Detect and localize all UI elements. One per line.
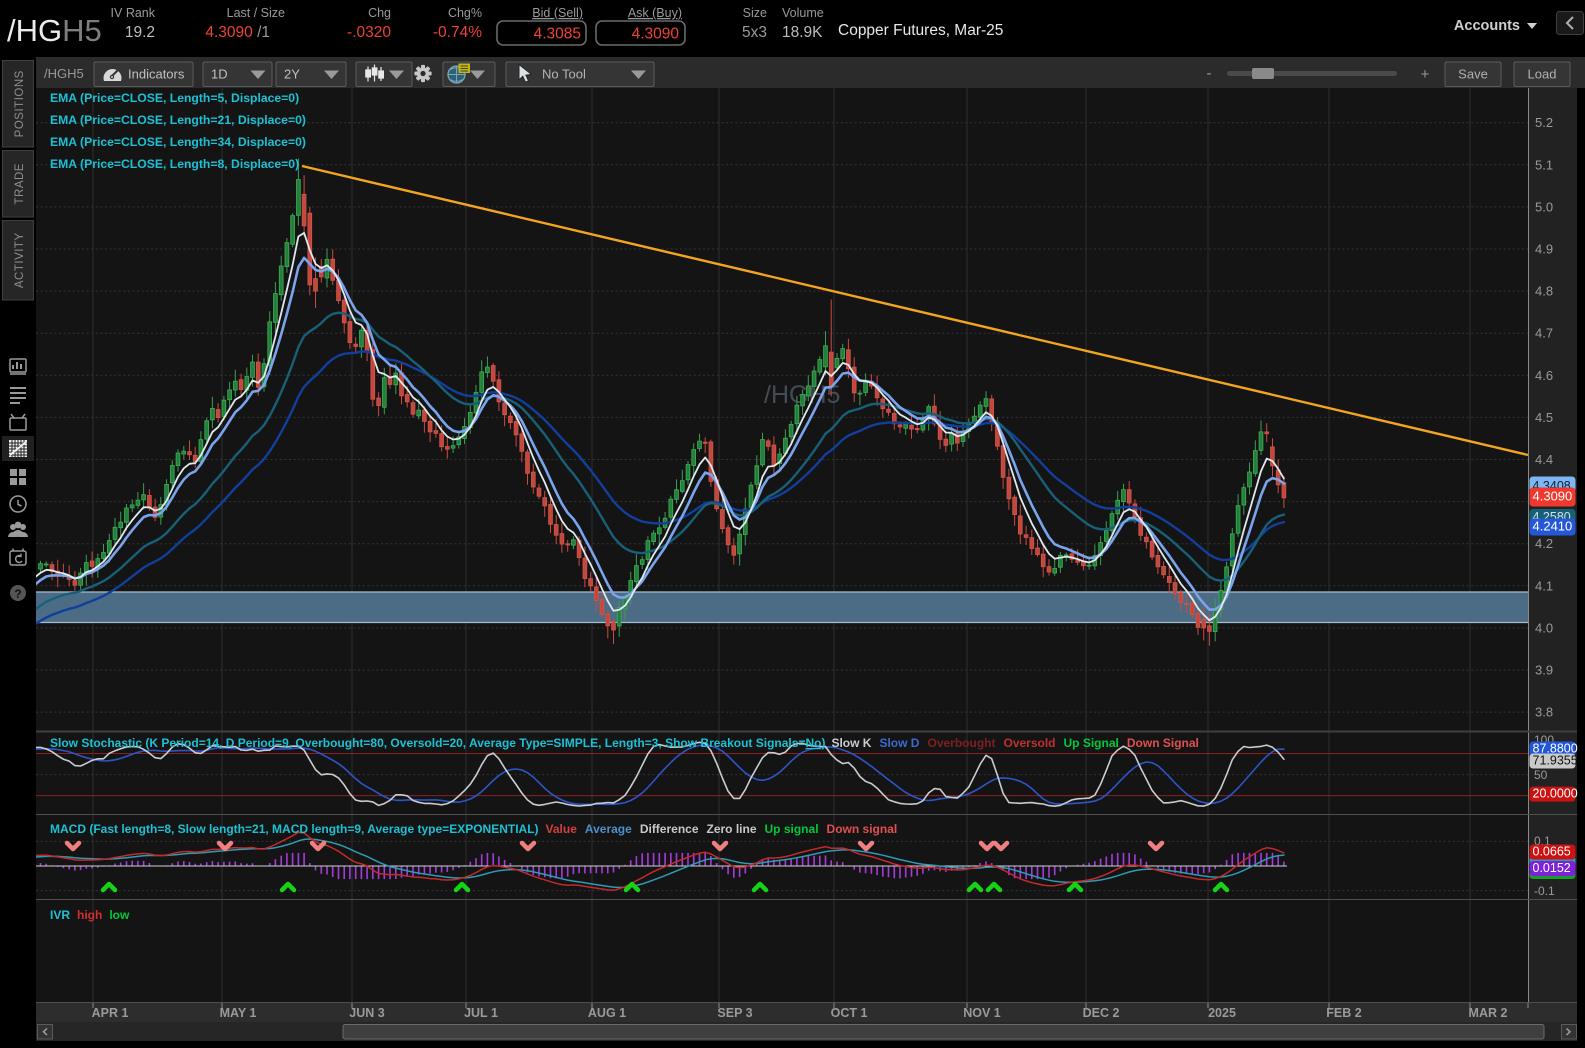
svg-text:OCT 1: OCT 1 — [831, 1006, 868, 1020]
svg-text:POSITIONS: POSITIONS — [14, 70, 26, 137]
svg-text:NOV 1: NOV 1 — [963, 1006, 1001, 1020]
svg-text:4.6: 4.6 — [1535, 368, 1553, 383]
svg-text:4.3085: 4.3085 — [534, 26, 581, 43]
svg-text:-: - — [1207, 65, 1212, 82]
svg-text:0.0665: 0.0665 — [1533, 845, 1571, 859]
svg-text:MAY 1: MAY 1 — [220, 1006, 257, 1020]
svg-text:19.2: 19.2 — [125, 24, 155, 41]
svg-text:4.1: 4.1 — [1535, 578, 1553, 593]
svg-text:EMA (Price=CLOSE, Length=21, D: EMA (Price=CLOSE, Length=21, Displace=0) — [50, 113, 306, 127]
svg-text:Load: Load — [1528, 67, 1557, 82]
svg-text:4.5: 4.5 — [1535, 410, 1553, 425]
svg-text:EMA (Price=CLOSE, Length=5, Di: EMA (Price=CLOSE, Length=5, Displace=0) — [50, 91, 299, 105]
svg-text:Save: Save — [1458, 67, 1488, 82]
svg-text:DEC 2: DEC 2 — [1083, 1006, 1120, 1020]
svg-text:Copper Futures, Mar-25: Copper Futures, Mar-25 — [838, 22, 1003, 39]
svg-text:4.7: 4.7 — [1535, 326, 1553, 341]
svg-text:IV Rank: IV Rank — [111, 6, 156, 20]
svg-text:JUL 1: JUL 1 — [464, 1006, 498, 1020]
svg-text:-0.74%: -0.74% — [433, 24, 482, 41]
svg-text:Bid (Sell): Bid (Sell) — [532, 6, 583, 20]
svg-text:-0.1: -0.1 — [1534, 884, 1555, 898]
svg-text:Ask (Buy): Ask (Buy) — [628, 6, 682, 20]
svg-text:?: ? — [14, 587, 21, 601]
svg-text:Slow Stochastic (K Period=14,: Slow Stochastic (K Period=14, D Period=9… — [50, 736, 1199, 750]
svg-text:SEP 3: SEP 3 — [717, 1006, 752, 1020]
svg-text:5x3: 5x3 — [742, 24, 767, 41]
svg-text:Volume: Volume — [782, 6, 824, 20]
svg-text:5.1: 5.1 — [1535, 157, 1553, 172]
svg-text:3.9: 3.9 — [1535, 663, 1553, 678]
svg-text:1D: 1D — [211, 67, 228, 82]
svg-text:/HGH5: /HGH5 — [7, 13, 102, 48]
svg-text:4.3090 /1: 4.3090 /1 — [205, 24, 270, 41]
svg-text:4.3090: 4.3090 — [632, 26, 680, 43]
svg-text:4.9: 4.9 — [1535, 242, 1553, 257]
svg-text:4.8: 4.8 — [1535, 284, 1553, 299]
svg-text:APR 1: APR 1 — [92, 1006, 129, 1020]
svg-text:3.8: 3.8 — [1535, 705, 1553, 720]
svg-text:4.3090: 4.3090 — [1533, 489, 1573, 504]
svg-text:EMA (Price=CLOSE, Length=8, Di: EMA (Price=CLOSE, Length=8, Displace=0) — [50, 157, 299, 171]
svg-text:Indicators: Indicators — [128, 67, 185, 82]
svg-text:No Tool: No Tool — [542, 67, 586, 82]
svg-text:4.4: 4.4 — [1535, 452, 1553, 467]
svg-text:2Y: 2Y — [284, 67, 300, 82]
svg-text:Chg%: Chg% — [448, 6, 482, 20]
svg-text:+: + — [1421, 66, 1430, 83]
svg-text:-.0320: -.0320 — [347, 24, 391, 41]
svg-text:MACD (Fast length=8, Slow leng: MACD (Fast length=8, Slow length=21, MAC… — [50, 822, 897, 836]
svg-text:Last / Size: Last / Size — [227, 6, 285, 20]
svg-text:0.0152: 0.0152 — [1533, 861, 1571, 875]
svg-text:18.9K: 18.9K — [782, 24, 823, 41]
svg-text:MAR 2: MAR 2 — [1469, 1006, 1508, 1020]
svg-text:4.0: 4.0 — [1535, 620, 1553, 635]
svg-text:EMA (Price=CLOSE, Length=34, D: EMA (Price=CLOSE, Length=34, Displace=0) — [50, 135, 306, 149]
svg-text:FEB 2: FEB 2 — [1326, 1006, 1361, 1020]
svg-text:Chg: Chg — [368, 6, 391, 20]
svg-text:20.0000: 20.0000 — [1533, 787, 1578, 801]
svg-text:ACTIVITY: ACTIVITY — [14, 232, 26, 288]
svg-text:TRADE: TRADE — [14, 163, 26, 204]
svg-text:AUG 1: AUG 1 — [588, 1006, 626, 1020]
svg-text:4.2: 4.2 — [1535, 536, 1553, 551]
svg-text:Accounts: Accounts — [1454, 18, 1520, 34]
svg-text:/HGH5: /HGH5 — [44, 66, 84, 81]
svg-text:Size: Size — [743, 6, 767, 20]
svg-text:2025: 2025 — [1208, 1006, 1236, 1020]
svg-text:50: 50 — [1534, 768, 1548, 782]
svg-text:5.0: 5.0 — [1535, 199, 1553, 214]
svg-text:IVRhighlow: IVRhighlow — [50, 908, 130, 922]
svg-text:JUN 3: JUN 3 — [349, 1006, 384, 1020]
svg-text:4.2410: 4.2410 — [1533, 519, 1573, 534]
svg-text:5.2: 5.2 — [1535, 115, 1553, 130]
svg-text:71.9355: 71.9355 — [1533, 754, 1578, 768]
